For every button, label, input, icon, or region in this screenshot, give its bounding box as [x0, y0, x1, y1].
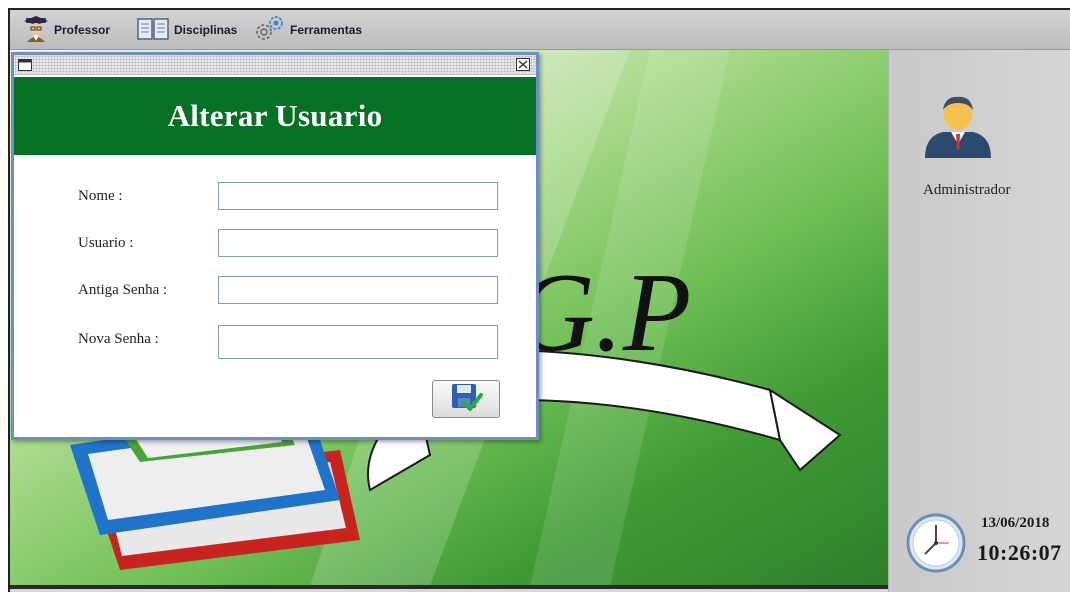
professor-icon: [22, 15, 54, 46]
save-disk-check-icon: [449, 382, 483, 417]
usuario-input[interactable]: [218, 229, 498, 257]
dialog-title: Alterar Usuario: [167, 98, 383, 133]
alterar-usuario-dialog: Alterar Usuario Nome : Usuario : Antiga …: [11, 52, 539, 440]
menu-professor-label: Professor: [54, 23, 111, 37]
date-label: 13/06/2018: [981, 515, 1050, 531]
close-icon[interactable]: [516, 58, 530, 76]
antiga-senha-label: Antiga Senha :: [78, 282, 168, 298]
book-icon: [136, 16, 174, 45]
user-role-label: Administrador: [923, 182, 1011, 198]
antiga-senha-input[interactable]: [218, 276, 498, 304]
desktop-bottom-bar: [10, 585, 890, 589]
dialog-header: Alterar Usuario: [14, 77, 536, 155]
dialog-titlebar[interactable]: [14, 55, 536, 75]
menubar: Professor Disciplinas Ferramentas: [10, 10, 1070, 50]
side-panel: Administrador 13/06/2018 10:26:07: [888, 50, 1070, 592]
time-label: 10:26:07: [977, 540, 1062, 565]
save-button[interactable]: [432, 380, 500, 418]
nova-senha-label: Nova Senha :: [78, 331, 159, 347]
menu-ferramentas-label: Ferramentas: [290, 23, 363, 37]
menu-ferramentas[interactable]: Ferramentas: [252, 14, 363, 47]
user-avatar-icon: [923, 94, 993, 163]
usuario-label: Usuario :: [78, 235, 134, 251]
nova-senha-input[interactable]: [218, 325, 498, 359]
nome-input[interactable]: [218, 182, 498, 210]
nome-label: Nome :: [78, 188, 123, 204]
menu-disciplinas-label: Disciplinas: [174, 23, 238, 37]
gears-icon: [252, 14, 290, 47]
window-menu-icon[interactable]: [18, 58, 32, 76]
menu-disciplinas[interactable]: Disciplinas: [136, 16, 237, 44]
menu-professor[interactable]: Professor: [22, 15, 111, 46]
clock-icon: [905, 512, 967, 579]
